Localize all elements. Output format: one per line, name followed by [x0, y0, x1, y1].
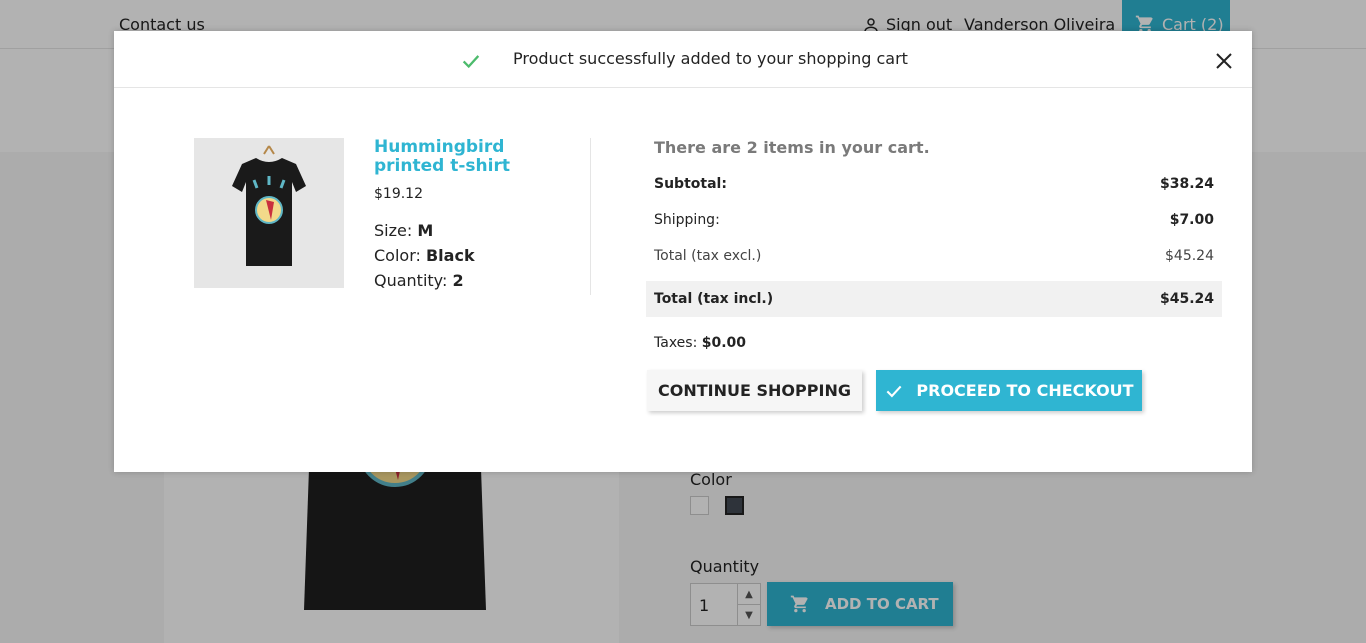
product-price: $19.12: [374, 186, 423, 202]
check-icon: [462, 55, 480, 69]
total-incl-value: $45.24: [1159, 291, 1214, 307]
proceed-to-checkout-button[interactable]: PROCEED TO CHECKOUT: [876, 370, 1142, 411]
column-divider: [590, 138, 591, 295]
subtotal-value: $38.24: [1159, 176, 1214, 192]
subtotal-row: Subtotal: $38.24: [646, 166, 1222, 202]
shipping-value: $7.00: [1169, 212, 1214, 228]
checkout-label: PROCEED TO CHECKOUT: [916, 381, 1134, 400]
total-excl-row: Total (tax excl.) $45.24: [646, 238, 1222, 274]
cart-item-count: There are 2 items in your cart.: [654, 138, 930, 157]
quantity-value: 2: [452, 271, 464, 290]
continue-shopping-button[interactable]: CONTINUE SHOPPING: [647, 370, 862, 411]
taxes-line: Taxes: $0.00: [654, 335, 746, 351]
shipping-row: Shipping: $7.00: [646, 202, 1222, 238]
product-color: Color: Black: [374, 246, 475, 265]
cart-modal: Product successfully added to your shopp…: [114, 31, 1252, 472]
shipping-label: Shipping:: [654, 212, 720, 228]
product-size: Size: M: [374, 221, 433, 240]
total-excl-label: Total (tax excl.): [654, 248, 762, 264]
total-incl-row: Total (tax incl.) $45.24: [646, 281, 1222, 317]
total-incl-label: Total (tax incl.): [654, 291, 774, 307]
total-excl-value: $45.24: [1165, 248, 1214, 264]
product-thumbnail: [194, 138, 344, 288]
color-label: Color:: [374, 246, 421, 265]
close-icon[interactable]: [1212, 49, 1236, 73]
check-icon: [887, 385, 902, 398]
size-value: M: [417, 221, 434, 240]
taxes-value: $0.00: [701, 335, 747, 351]
subtotal-label: Subtotal:: [654, 176, 727, 192]
product-name[interactable]: Hummingbird printed t-shirt: [374, 138, 579, 176]
size-label: Size:: [374, 221, 413, 240]
modal-title: Product successfully added to your shopp…: [513, 49, 908, 68]
quantity-label: Quantity:: [374, 271, 448, 290]
taxes-label: Taxes:: [654, 335, 698, 351]
color-value: Black: [425, 246, 475, 265]
product-quantity: Quantity: 2: [374, 271, 464, 290]
modal-header: Product successfully added to your shopp…: [114, 31, 1252, 88]
